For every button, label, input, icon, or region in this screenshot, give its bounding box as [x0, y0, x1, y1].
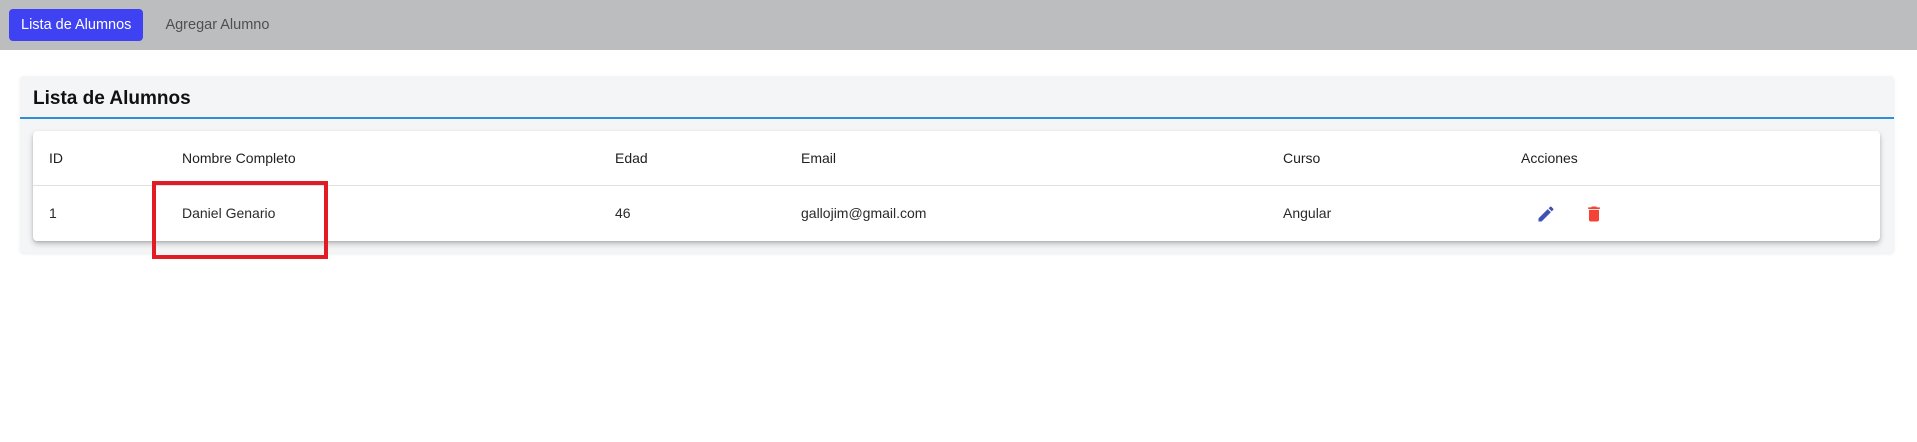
column-header-id[interactable]: ID [49, 131, 63, 186]
column-header-nombre[interactable]: Nombre Completo [182, 131, 296, 186]
edit-button[interactable] [1526, 196, 1566, 232]
cell-nombre: Daniel Genario [182, 205, 276, 221]
column-header-email[interactable]: Email [801, 131, 836, 186]
card-title: Lista de Alumnos [33, 88, 191, 109]
row-actions [1526, 196, 1622, 232]
table-header-row: ID Nombre Completo Edad Email Curso Acci… [33, 131, 1880, 186]
column-header-acciones: Acciones [1521, 150, 1578, 166]
pencil-edit-icon [1538, 206, 1554, 222]
students-table: ID Nombre Completo Edad Email Curso Acci… [33, 131, 1880, 241]
table-row: 1 Daniel Genario 46 gallojim@gmail.com A… [33, 186, 1880, 241]
nav-agregar-alumno-button[interactable]: Agregar Alumno [153, 9, 281, 41]
students-card: Lista de Alumnos ID Nombre Completo Edad… [20, 76, 1894, 253]
delete-button[interactable] [1574, 196, 1614, 232]
column-header-edad[interactable]: Edad [615, 131, 648, 186]
cell-curso: Angular [1283, 205, 1332, 221]
cell-id: 1 [49, 205, 57, 221]
cell-edad: 46 [615, 205, 631, 221]
card-header: Lista de Alumnos [20, 76, 1894, 119]
top-navbar: Lista de Alumnos Agregar Alumno [0, 0, 1917, 50]
column-header-curso[interactable]: Curso [1283, 131, 1320, 186]
nav-lista-alumnos-button[interactable]: Lista de Alumnos [9, 9, 144, 41]
cell-email: gallojim@gmail.com [801, 205, 927, 221]
trash-delete-icon [1588, 206, 1600, 222]
